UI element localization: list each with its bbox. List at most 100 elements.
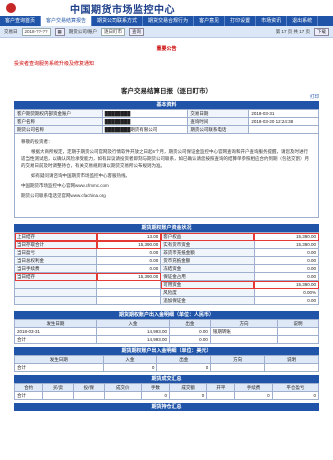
calendar-icon[interactable]: ▦: [54, 27, 65, 36]
basic-value: ████████: [101, 117, 189, 126]
basic-value: [248, 125, 319, 134]
column-header: 开平: [206, 383, 236, 392]
notice-link[interactable]: 投资者查询服务系统升级及修复通知: [14, 60, 319, 67]
column-header: 成交额: [169, 383, 208, 392]
funds-value: 15,390.00: [96, 272, 162, 281]
funds-value: 0.00: [253, 272, 320, 281]
funds-value: 13.00: [96, 232, 162, 241]
table-row: 当日手续费 0.00 冻结资金 0.00: [13, 264, 320, 273]
funds-value: 0.00: [96, 256, 162, 265]
funds-value: 0.00: [96, 264, 162, 273]
cell: 14,993.00: [95, 327, 170, 336]
funds-label: 上日结存: [13, 232, 98, 241]
funds-label: 当日总权利金: [13, 256, 98, 265]
cell: 0.00: [168, 327, 211, 336]
funds-value: 0.00: [253, 248, 320, 257]
notice-letter: 尊敬的投资者： 根据大商所规定，定期于期货公司官网及行情软件开放之日起6个月，期…: [14, 134, 319, 218]
download-button[interactable]: 下载: [314, 27, 329, 36]
funds-value: 15,390.00: [253, 280, 320, 289]
nav-item-print-settings[interactable]: 打印设置: [225, 16, 257, 26]
letter-paragraph: 根据大商所规定，定期于期货公司官网及行情软件开放之日起6个月，期货公司保证金监控…: [21, 149, 309, 168]
table-row: 可用资金 15,390.00: [13, 280, 320, 289]
basic-info-table: 客户期货期权内部资金账户 ████████ 交易日期 2018-03-31 客户…: [14, 109, 319, 134]
site-title: 中国期货市场监控中心: [70, 4, 175, 16]
trade-section-header: 期货成交汇总: [14, 375, 319, 383]
nav-item-compliance[interactable]: 期货交易合规行为: [143, 16, 195, 26]
basic-value: 2018-03-20 12:24:38: [248, 117, 319, 126]
total-label: 合计: [13, 391, 44, 400]
cell: 0: [271, 391, 320, 400]
basic-section-header: 基本资料: [14, 101, 319, 109]
funds-value: 15,390.00: [253, 232, 320, 241]
nav-item-feedback[interactable]: 客户意见: [194, 16, 226, 26]
trade-table: 合约 买/卖 投/保 成交价 手数 成交额 开平 手续费 平仓盈亏 合计 0 0…: [13, 383, 320, 400]
column-header: 成交价: [103, 383, 142, 392]
letter-link[interactable]: 中国期货市场监控中心官网www.cfmmc.com: [21, 182, 312, 189]
notice-title: 重要公告: [156, 46, 177, 52]
table-row: 风险度 0.00%: [13, 288, 320, 297]
column-header: 手数: [140, 383, 171, 392]
funds-label: 冻结资金: [160, 264, 255, 273]
column-header: 出金: [156, 355, 212, 364]
funds-value: 15,390.00: [96, 240, 162, 249]
table-row: 客户期货期权内部资金账户 ████████ 交易日期 2018-03-31: [14, 109, 319, 118]
cell: 0: [156, 363, 212, 372]
total-label: 合计: [14, 335, 97, 344]
basic-label: 期货公司名称: [14, 125, 103, 134]
funds-label: 当日存取合计: [13, 240, 98, 249]
nav-item-home[interactable]: 客户查询首页: [0, 16, 42, 26]
funds-label: 货币充抵金额: [160, 256, 255, 265]
page-info: 第 17 页 共 17 页: [275, 28, 310, 34]
cell: 0: [140, 391, 171, 400]
basic-value: 2018-03-31: [248, 109, 319, 118]
funds-label: 实有货币资金: [160, 240, 255, 249]
query-bar: 交易日 2018-??-?? ▦ 期货公司/账户 逐日盯市 查询 第 17 页 …: [0, 26, 333, 38]
funds-value: 0.00: [96, 248, 162, 257]
column-header: 入金: [102, 355, 158, 364]
basic-label: 查询时间: [187, 117, 250, 126]
date-input[interactable]: 2018-??-??: [21, 27, 51, 36]
column-header: 入金: [95, 319, 170, 328]
column-header: 方向: [210, 355, 266, 364]
column-header: 投/保: [72, 383, 105, 392]
table-row: 当日盈亏 0.00 非货币充抵金额 0.00: [13, 248, 320, 257]
column-header: 说明: [277, 319, 319, 328]
funds-label: 当日结存: [13, 272, 98, 281]
funds-table: 上日结存 13.00 客户权益 15,390.00 当日存取合计 15,390.…: [13, 232, 320, 305]
funds-label: 保证金占用: [160, 272, 255, 281]
funds-label: 追加保证金: [160, 296, 255, 305]
basic-label: 客户期货期权内部资金账户: [14, 109, 103, 118]
basic-label: 交易日期: [187, 109, 250, 118]
cell: 0: [169, 391, 208, 400]
funds-value: 0.00: [253, 296, 320, 305]
funds-label: 客户权益: [160, 232, 255, 241]
funds-value: 0.00: [253, 264, 320, 273]
nav-item-contact[interactable]: 期货公司联系方式: [92, 16, 144, 26]
letter-link[interactable]: 期货公司联系电话见官网www.cfachina.org: [21, 192, 312, 199]
funds-label: 可用资金: [160, 280, 255, 289]
main-nav: 客户查询首页 客户交易结算报告 期货公司联系方式 期货交易合规行为 客户意见 打…: [0, 16, 333, 26]
inout-table: 发生日期 入金 出金 方向 说明 2018-03-31 14,993.00 0.…: [14, 319, 319, 344]
funds-value: 15,390.00: [253, 240, 320, 249]
column-header: 出金: [168, 319, 211, 328]
basic-value: ████████期货有限公司: [101, 125, 189, 134]
nav-item-logout[interactable]: 退出系统: [287, 16, 319, 26]
cell: 0.00: [168, 335, 211, 344]
table-total-row: 合计 0 0: [14, 363, 319, 372]
query-button[interactable]: 查询: [129, 27, 145, 36]
inout-section-header: 期货期权账户出入金明细（单位：人民币）: [14, 311, 319, 319]
cell: 0: [234, 391, 273, 400]
table-header-row: 合约 买/卖 投/保 成交价 手数 成交额 开平 手续费 平仓盈亏: [13, 383, 320, 392]
table-row: 当日总权利金 0.00 货币充抵金额 0.00: [13, 256, 320, 265]
nav-item-settlement[interactable]: 客户交易结算报告: [41, 16, 93, 26]
inout-usd-table: 发生日期 入金 出金 方向 说明 合计 0 0: [14, 355, 319, 372]
column-header: 发生日期: [14, 319, 97, 328]
inout-usd-section-header: 期货期权账户出入金明细（单位：美元）: [14, 347, 319, 355]
type-label: 期货公司/账户: [68, 28, 98, 34]
table-total-row: 合计 0 0 0 0: [13, 391, 320, 400]
print-link[interactable]: 打印: [310, 94, 319, 100]
mode-select[interactable]: 逐日盯市: [101, 27, 126, 36]
cell: 0: [102, 363, 158, 372]
nav-item-news[interactable]: 市场资讯: [256, 16, 288, 26]
basic-label: 期货公司联系电话: [187, 125, 250, 134]
